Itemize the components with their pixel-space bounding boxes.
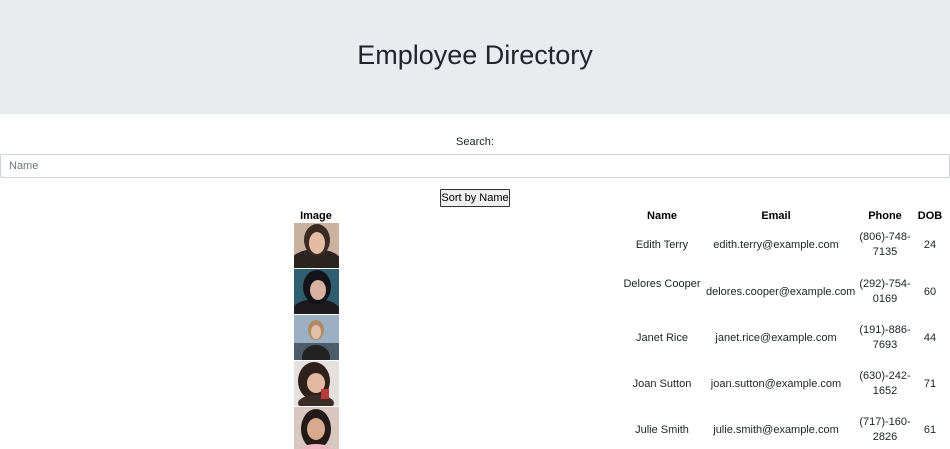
employee-photo [294, 315, 339, 360]
employee-dob: 44 [923, 332, 937, 344]
sort-by-name-button[interactable]: Sort by Name [440, 189, 510, 207]
employee-dob: 71 [923, 378, 937, 390]
employee-photo [294, 361, 339, 406]
column-header-phone: Phone [868, 210, 902, 222]
column-header-dob: DOB [917, 210, 943, 222]
employee-email: janet.rice@example.com [715, 332, 837, 344]
header-banner: Employee Directory [0, 0, 950, 114]
page-title: Employee Directory [357, 40, 593, 70]
employee-dob: 24 [923, 239, 937, 251]
employee-email: joan.sutton@example.com [710, 378, 842, 390]
employee-photo [294, 269, 339, 314]
employee-name: Delores Cooper [623, 278, 701, 290]
employee-phone: (717)-160-2826 [859, 416, 911, 443]
employee-name: Edith Terry [635, 239, 689, 251]
employee-name: Julie Smith [635, 424, 689, 436]
employee-email: edith.terry@example.com [713, 239, 839, 251]
employee-photo [294, 407, 339, 449]
employee-phone: (191)-886-7693 [859, 324, 911, 351]
employee-name: Janet Rice [636, 332, 688, 344]
search-input[interactable] [0, 154, 950, 178]
column-header-name: Name [647, 210, 677, 222]
employee-phone: (806)-748-7135 [859, 231, 911, 258]
employee-name: Joan Sutton [632, 378, 692, 390]
column-header-email: Email [761, 210, 791, 222]
employee-email: julie.smith@example.com [713, 424, 839, 436]
employee-dob: 61 [923, 424, 937, 436]
column-header-image: Image [300, 210, 332, 222]
employee-photo [294, 223, 339, 268]
search-label: Search: [456, 136, 494, 148]
employee-dob: 60 [923, 286, 937, 298]
employee-phone: (292)-754-0169 [859, 278, 911, 305]
employee-phone: (630)-242-1652 [859, 370, 911, 397]
employee-email: delores.cooper@example.com [706, 286, 856, 298]
